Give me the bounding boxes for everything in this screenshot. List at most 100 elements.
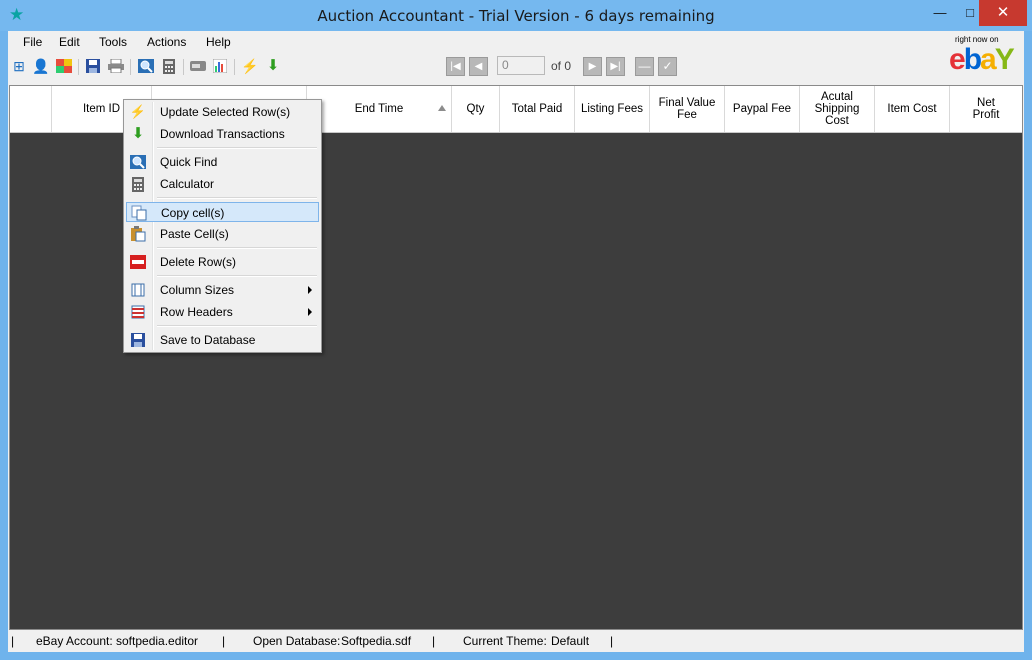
column-paypal-fee[interactable]: Paypal Fee xyxy=(724,86,799,132)
download-icon[interactable]: ⬇ xyxy=(264,57,282,75)
chart-graphic xyxy=(213,59,227,73)
ctx-separator xyxy=(157,247,317,249)
page-count-label: of 0 xyxy=(551,59,572,73)
ctx-calculator[interactable]: Calculator xyxy=(126,174,319,194)
ctx-paste-cells[interactable]: Paste Cell(s) xyxy=(126,224,319,244)
column-final-value-fee[interactable]: Final Value Fee xyxy=(649,86,724,132)
ctx-column-sizes[interactable]: Column Sizes xyxy=(126,280,319,300)
row-header-corner[interactable] xyxy=(10,86,51,132)
open-database-label: Open Database: xyxy=(253,634,341,648)
ctx-label: Copy cell(s) xyxy=(161,206,225,220)
title-bar[interactable]: ★ Auction Accountant - Trial Version - 6… xyxy=(0,0,1032,31)
open-database-value: Softpedia.sdf xyxy=(341,634,412,648)
status-bar: | eBay Account: softpedia.editor | Open … xyxy=(8,631,1024,652)
menu-tools[interactable]: Tools xyxy=(99,35,127,49)
ctx-download-transactions[interactable]: ⬇ Download Transactions xyxy=(126,124,319,144)
print-icon[interactable] xyxy=(107,57,125,75)
column-end-time[interactable]: End Time xyxy=(306,86,451,132)
previous-page-button[interactable]: ◀ xyxy=(469,57,488,76)
current-theme-label: Current Theme: xyxy=(463,634,547,648)
menu-edit[interactable]: Edit xyxy=(59,35,80,49)
ebay-account-value: softpedia.editor xyxy=(116,634,199,648)
toolbar-separator xyxy=(78,59,79,75)
row-headers-icon xyxy=(129,303,147,321)
submenu-arrow-icon xyxy=(308,286,312,294)
ctx-label: Calculator xyxy=(160,177,215,191)
column-sizes-icon xyxy=(129,281,147,299)
next-page-button[interactable]: ▶ xyxy=(583,57,602,76)
column-actual-shipping-cost[interactable]: Acutal Shipping Cost xyxy=(799,86,874,132)
save-graphic xyxy=(86,59,100,73)
copy-graphic xyxy=(131,205,147,221)
confirm-record-button[interactable]: ✓ xyxy=(658,57,677,76)
end-time-label: End Time xyxy=(354,103,404,115)
row-headers-graphic xyxy=(131,305,145,319)
toolbar-separator xyxy=(234,59,235,75)
calculator-icon[interactable] xyxy=(160,57,178,75)
toolbar-separator xyxy=(183,59,184,75)
context-menu: ⚡ Update Selected Row(s) ⬇ Download Tran… xyxy=(123,99,322,353)
ebay-letter-b: b xyxy=(963,43,982,76)
column-total-paid[interactable]: Total Paid xyxy=(499,86,574,132)
calculator-graphic xyxy=(132,176,144,192)
ctx-separator xyxy=(157,197,317,199)
copy-icon xyxy=(130,204,148,222)
card-icon[interactable] xyxy=(189,57,207,75)
current-theme-value: Default xyxy=(551,634,590,648)
calculator-graphic xyxy=(163,58,175,74)
ebay-logo[interactable]: ebaY xyxy=(949,43,1015,76)
ctx-delete-rows[interactable]: Delete Row(s) xyxy=(126,252,319,272)
menu-file[interactable]: File xyxy=(23,35,42,49)
column-qty[interactable]: Qty xyxy=(451,86,499,132)
card-graphic xyxy=(190,61,206,71)
quick-find-graphic xyxy=(138,59,154,73)
first-page-button[interactable]: |◀ xyxy=(446,57,465,76)
column-net-profit[interactable]: Net Profit xyxy=(949,86,1022,132)
ctx-update-selected-rows[interactable]: ⚡ Update Selected Row(s) xyxy=(126,102,319,122)
paste-icon xyxy=(129,225,147,243)
delete-record-button[interactable]: — xyxy=(635,57,654,76)
last-page-button[interactable]: ▶| xyxy=(606,57,625,76)
page-number-input[interactable]: 0 xyxy=(497,56,545,75)
save-graphic xyxy=(131,333,145,347)
ebay-account-label: eBay Account: xyxy=(36,634,113,648)
column-item-cost[interactable]: Item Cost xyxy=(874,86,949,132)
status-separator: | xyxy=(432,634,436,648)
ctx-row-headers[interactable]: Row Headers xyxy=(126,302,319,322)
add-record-icon[interactable]: ⊞ xyxy=(10,57,28,75)
toolbar: ⊞ 👤 ⚡ ⬇ |◀ ◀ 0 of 0 ▶ ▶| — ✓ right now o… xyxy=(8,35,1024,80)
add-user-icon[interactable]: 👤 xyxy=(32,57,50,75)
ctx-label: Paste Cell(s) xyxy=(160,227,229,241)
quick-find-icon[interactable] xyxy=(137,57,155,75)
ctx-label: Row Headers xyxy=(160,305,233,319)
ctx-quick-find[interactable]: Quick Find xyxy=(126,152,319,172)
app-window: ★ Auction Accountant - Trial Version - 6… xyxy=(0,0,1032,660)
status-separator: | xyxy=(610,634,614,648)
quick-find-graphic xyxy=(130,155,146,169)
theme-swatch-graphic xyxy=(56,59,72,73)
ebay-letter-a: a xyxy=(980,43,997,76)
minimize-button[interactable]: — xyxy=(925,0,955,26)
window-title: Auction Accountant - Trial Version - 6 d… xyxy=(317,7,715,25)
update-icon[interactable]: ⚡ xyxy=(241,57,259,75)
calculator-icon xyxy=(129,175,147,193)
ctx-separator xyxy=(157,325,317,327)
ctx-label: Update Selected Row(s) xyxy=(160,105,291,119)
theme-icon[interactable] xyxy=(55,57,73,75)
menu-actions[interactable]: Actions xyxy=(147,35,186,49)
print-graphic xyxy=(108,59,124,73)
ctx-label: Delete Row(s) xyxy=(160,255,237,269)
ctx-copy-cells[interactable]: Copy cell(s) xyxy=(126,202,319,222)
column-listing-fees[interactable]: Listing Fees xyxy=(574,86,649,132)
toolbar-separator xyxy=(130,59,131,75)
status-separator: | xyxy=(222,634,226,648)
save-icon[interactable] xyxy=(84,57,102,75)
close-button[interactable]: ✕ xyxy=(979,0,1027,26)
submenu-arrow-icon xyxy=(308,308,312,316)
quick-find-icon xyxy=(129,153,147,171)
column-sizes-graphic xyxy=(131,283,145,297)
menu-help[interactable]: Help xyxy=(206,35,231,49)
chart-icon[interactable] xyxy=(211,57,229,75)
ctx-save-to-database[interactable]: Save to Database xyxy=(126,330,319,350)
status-separator: | xyxy=(11,634,15,648)
